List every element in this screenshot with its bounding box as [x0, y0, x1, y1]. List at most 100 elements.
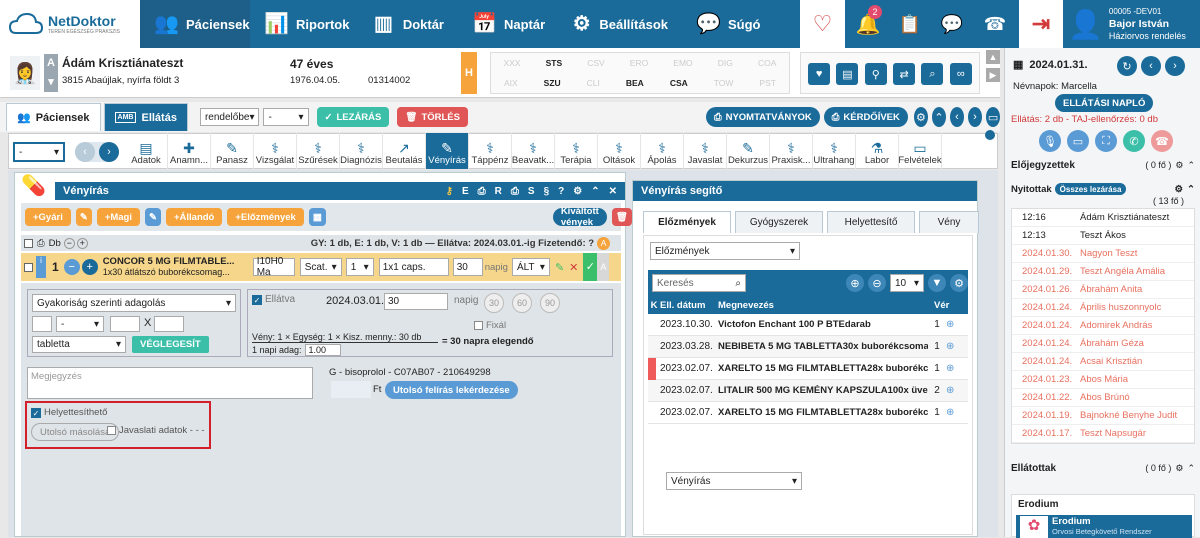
messages-button[interactable]: 💬 [932, 0, 972, 48]
open-patient-row[interactable]: 2024.01.22. Abos Brúnó [1012, 389, 1194, 407]
substitutable-toggle[interactable]: ✓ Helyettesíthető [31, 407, 107, 418]
price-field[interactable] [331, 381, 371, 398]
settings-button[interactable]: ⚙ [913, 107, 928, 127]
ribbon-next-button[interactable]: › [99, 142, 119, 162]
next-button[interactable]: › [967, 107, 982, 127]
daily-dose-field[interactable]: 1.00 [304, 344, 341, 356]
helper-tab[interactable]: Helyettesítő [827, 211, 915, 233]
dosage-form-select[interactable]: tabletta ▾ [32, 336, 126, 353]
row-a-badge[interactable]: A [597, 253, 610, 281]
helper-bottom-select[interactable]: Vényírás ▾ [666, 472, 802, 490]
risk-code[interactable]: PST [759, 78, 776, 88]
collapse-right-button[interactable]: ▶ [986, 68, 1000, 82]
nav-calendar[interactable]: 📅 Naptár [458, 0, 558, 48]
day-option-button[interactable]: 90 [540, 293, 560, 313]
qty-minus-button[interactable]: − [63, 259, 80, 275]
supplied-days-field[interactable]: 30 [384, 293, 448, 310]
ribbon-item[interactable]: ✎ Panasz [211, 133, 254, 169]
ribbon-select[interactable]: - ▾ [13, 142, 65, 162]
logout-button[interactable]: ⇥ [1019, 0, 1063, 48]
row-add-icon[interactable]: ⊕ [946, 341, 954, 352]
row-add-icon[interactable]: ⊕ [946, 385, 954, 396]
ribbon-item[interactable]: ⚕ Terápia [555, 133, 598, 169]
nav-help[interactable]: 💬 Súgó [682, 0, 782, 48]
header-help-button[interactable]: ? [558, 186, 564, 197]
day-option-button[interactable]: 30 [484, 293, 504, 313]
open-patient-row[interactable]: 2024.01.26. Ábrahám Anita [1012, 281, 1194, 299]
printer-s-icon[interactable]: ⎙ [511, 186, 519, 197]
risk-code[interactable]: EMO [673, 58, 692, 68]
open-patient-row[interactable]: 12:13 Teszt Ákos [1012, 227, 1194, 245]
logo[interactable]: NetDoktor TEREN EGÉSZSÉG PRAKSZIS [0, 0, 140, 48]
call-button[interactable]: ✆ [1123, 130, 1145, 152]
delete-button[interactable]: 🗑 TÖRLÉS [397, 107, 468, 127]
scroll-up-button[interactable]: ▲ [986, 50, 1000, 64]
add-magistral-button[interactable]: +Magi [96, 208, 140, 226]
video-button[interactable]: ▭ [1067, 130, 1089, 152]
header-s-button[interactable]: S [528, 186, 535, 197]
erodium-banner[interactable]: ✿ Erodium Orvosi Betegkövető Rendszer [1016, 515, 1192, 538]
history-row[interactable]: 2023.02.07. XARELTO 15 MG FILMTABLETTA28x… [648, 402, 968, 424]
chevron-up-icon[interactable]: ⌃ [591, 186, 599, 197]
transfer-button[interactable]: ⇄ [893, 63, 916, 85]
previous-button[interactable]: ‹ [949, 107, 964, 127]
microphone-button[interactable]: 🎙 [1039, 130, 1061, 152]
printer-r-icon[interactable]: ⎙ [478, 186, 486, 197]
ribbon-item[interactable]: ⚕ Ápolás [641, 133, 684, 169]
drug-row[interactable]: i 1 − + CONCOR 5 MG FILMTABLE... 1x30 át… [21, 253, 621, 281]
col-name[interactable]: Megnevezés [718, 300, 934, 311]
edit-factory-button[interactable]: ✎ [75, 208, 92, 226]
count-select[interactable]: 1 ▾ [345, 258, 374, 276]
helper-tab[interactable]: Vény [919, 211, 979, 233]
edit-magistral-button[interactable]: ✎ [145, 208, 161, 226]
gear-icon[interactable]: ⚙ [1175, 463, 1183, 474]
page-size-select[interactable]: 10 ▾ [890, 274, 924, 292]
row-info-icon[interactable]: i [36, 256, 46, 278]
day-option-button[interactable]: 60 [512, 293, 532, 313]
dosage-period-select[interactable]: - ▾ [56, 316, 104, 332]
substitutable-checkbox[interactable]: ✓ [31, 407, 41, 418]
ribbon-item[interactable]: ⚕ Táppénz [469, 133, 512, 169]
patient-a-badge[interactable]: A ▾ [44, 54, 58, 92]
comment-button[interactable]: ▭ [986, 107, 1001, 127]
ribbon-prev-button[interactable]: ‹ [75, 142, 95, 162]
risk-code[interactable]: ERO [630, 58, 648, 68]
nav-doktar[interactable]: ▥ Doktár [358, 0, 458, 48]
bno-code-field[interactable]: I10H0 Ma [252, 256, 295, 278]
risk-code[interactable]: AIX [504, 78, 518, 88]
ribbon-item[interactable]: ↗ Beutalás [383, 133, 426, 169]
days-field[interactable]: 30 [452, 258, 483, 276]
next-day-button[interactable]: › [1165, 56, 1185, 76]
print-forms-button[interactable]: ⎙ NYOMTATVÁNYOK [705, 107, 820, 127]
patient-name[interactable]: Ádám Krisztiánateszt [62, 56, 183, 70]
ribbon-item[interactable]: ⚕ Praxisk... [770, 133, 813, 169]
filter-button[interactable]: ▼ [928, 274, 946, 292]
dosage-morning-field[interactable] [32, 316, 52, 332]
calendar-button[interactable]: ▦ [308, 208, 326, 226]
select-all-checkbox[interactable] [24, 238, 33, 248]
header-r-button[interactable]: R [495, 186, 502, 197]
open-patient-row[interactable]: 12:16 Ádám Krisztiánateszt [1012, 209, 1194, 227]
health-button[interactable]: ♥ [808, 63, 831, 85]
chevron-up-icon[interactable]: ⌃ [1187, 160, 1195, 171]
redeemed-prescriptions-button[interactable]: Kiváltott vények [552, 206, 607, 228]
history-search-input[interactable]: Keresés ⌕ [652, 274, 746, 292]
header-e-button[interactable]: E [462, 186, 469, 197]
helper-tab[interactable]: Gyógyszerek [735, 211, 823, 233]
user-info[interactable]: 👤 00005 -DEV01 Bajor István Háziorvos re… [1068, 0, 1200, 48]
col-ver[interactable]: Vér [934, 300, 960, 311]
family-button[interactable]: ⚲ [864, 63, 887, 85]
finalize-button[interactable]: VÉGLEGESÍT [132, 336, 209, 353]
close-all-button[interactable]: Összes lezárása [1054, 183, 1127, 195]
open-patient-row[interactable]: 2024.01.24. Acsai Krisztián [1012, 353, 1194, 371]
tab-patients[interactable]: 👥 Páciensek [6, 103, 101, 131]
open-patient-row[interactable]: 2024.01.24. Adomirek András [1012, 317, 1194, 335]
printer-icon[interactable]: ⎙ [37, 238, 45, 249]
open-patient-row[interactable]: 2024.01.17. Teszt Napsugár [1012, 425, 1194, 443]
chevron-up-icon[interactable]: ⌃ [1187, 463, 1195, 474]
delete-row-icon[interactable]: ✕ [569, 261, 578, 274]
ribbon-item[interactable]: ✎ Vényírás [426, 133, 469, 169]
dosage-unit-field[interactable]: 1x1 caps. [378, 258, 449, 276]
nav-patients[interactable]: 👥 Páciensek [140, 0, 250, 48]
collapse-up-button[interactable]: ⌃ [931, 107, 946, 127]
